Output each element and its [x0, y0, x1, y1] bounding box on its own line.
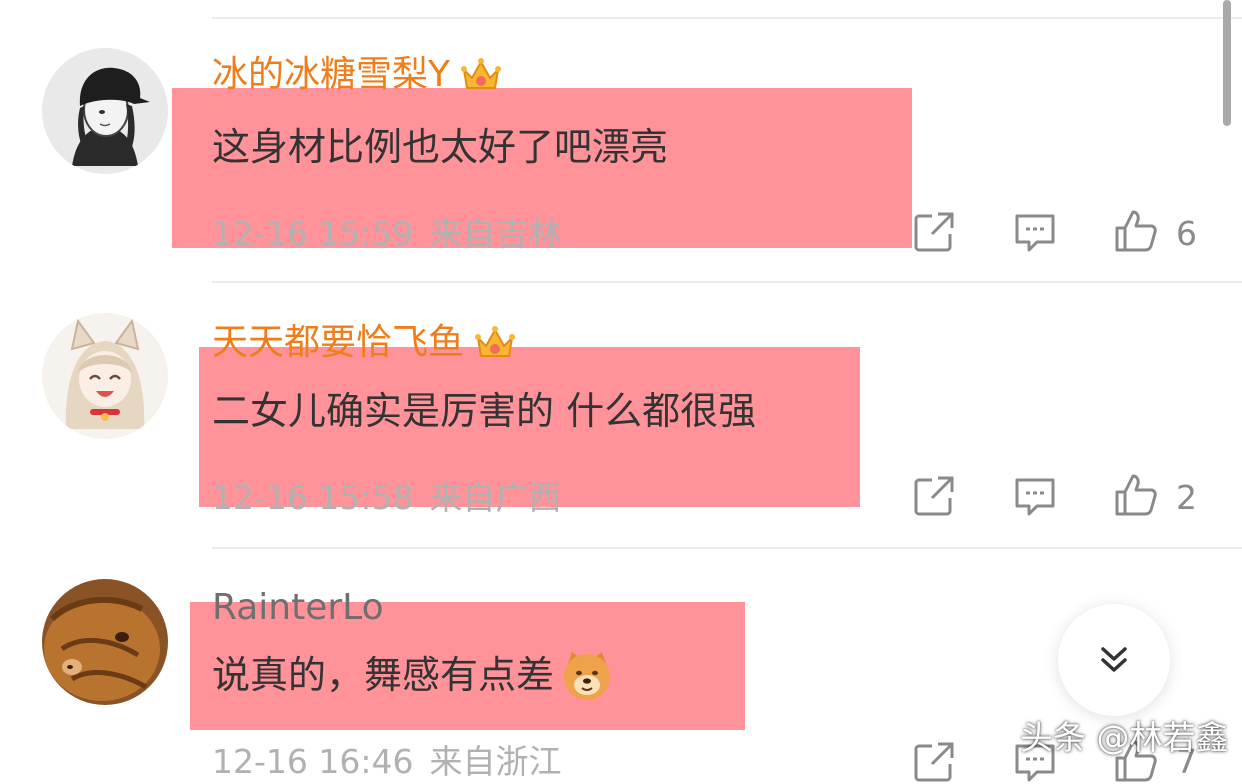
- comment-time: 12-16 15:58: [212, 478, 414, 517]
- comment-icon[interactable]: [1013, 210, 1057, 254]
- thumbs-up-icon[interactable]: [1113, 208, 1157, 252]
- share-icon[interactable]: [912, 210, 956, 254]
- scrollbar-thumb[interactable]: [1223, 0, 1231, 126]
- watermark: 头条 @林若鑫: [1020, 718, 1229, 757]
- doge-emoji-icon: [560, 648, 614, 702]
- comment-meta: 12-16 15:59 来自吉林: [212, 214, 561, 254]
- like-count: 2: [1176, 478, 1197, 517]
- like-count: 6: [1176, 214, 1197, 253]
- comment-location: 来自浙江: [429, 742, 562, 781]
- comment-location: 来自广西: [429, 478, 562, 517]
- divider: [212, 547, 1242, 549]
- comment-icon[interactable]: [1013, 474, 1057, 518]
- avatar[interactable]: [42, 579, 168, 705]
- chevron-double-down-icon: [1101, 647, 1127, 672]
- username-text: 冰的冰糖雪梨Y: [212, 54, 450, 95]
- avatar[interactable]: [42, 48, 168, 174]
- comment-time: 12-16 15:59: [212, 214, 414, 253]
- scroll-down-button[interactable]: [1058, 604, 1170, 716]
- comment-text-body: 说真的，舞感有点差: [212, 653, 555, 697]
- thumbs-up-icon[interactable]: [1113, 472, 1157, 516]
- comment-time: 12-16 16:46: [212, 742, 414, 781]
- vip-crown-icon: [474, 322, 516, 364]
- comment-text: 这身材比例也太好了吧漂亮: [212, 125, 669, 169]
- comment-meta: 12-16 15:58 来自广西: [212, 478, 561, 518]
- share-icon[interactable]: [912, 474, 956, 518]
- girl-black-cap-avatar-icon: [42, 48, 168, 174]
- username[interactable]: RainterLo: [212, 585, 384, 631]
- username-text: 天天都要恰飞鱼: [212, 322, 465, 363]
- comment-text: 二女儿确实是厉害的 什么都很强: [212, 389, 757, 433]
- divider: [212, 17, 1242, 19]
- cat-photo-avatar-icon: [42, 579, 168, 705]
- comment-meta: 12-16 16:46 来自浙江: [212, 742, 561, 782]
- comment-text: 说真的，舞感有点差: [212, 648, 614, 702]
- username[interactable]: 天天都要恰飞鱼: [212, 320, 516, 366]
- anime-fox-girl-avatar-icon: [42, 313, 168, 439]
- share-icon[interactable]: [912, 740, 956, 784]
- avatar[interactable]: [42, 313, 168, 439]
- divider: [212, 281, 1242, 283]
- username-text: RainterLo: [212, 587, 384, 628]
- comment-location: 来自吉林: [429, 214, 562, 253]
- vip-crown-icon: [460, 54, 502, 96]
- username[interactable]: 冰的冰糖雪梨Y: [212, 52, 502, 98]
